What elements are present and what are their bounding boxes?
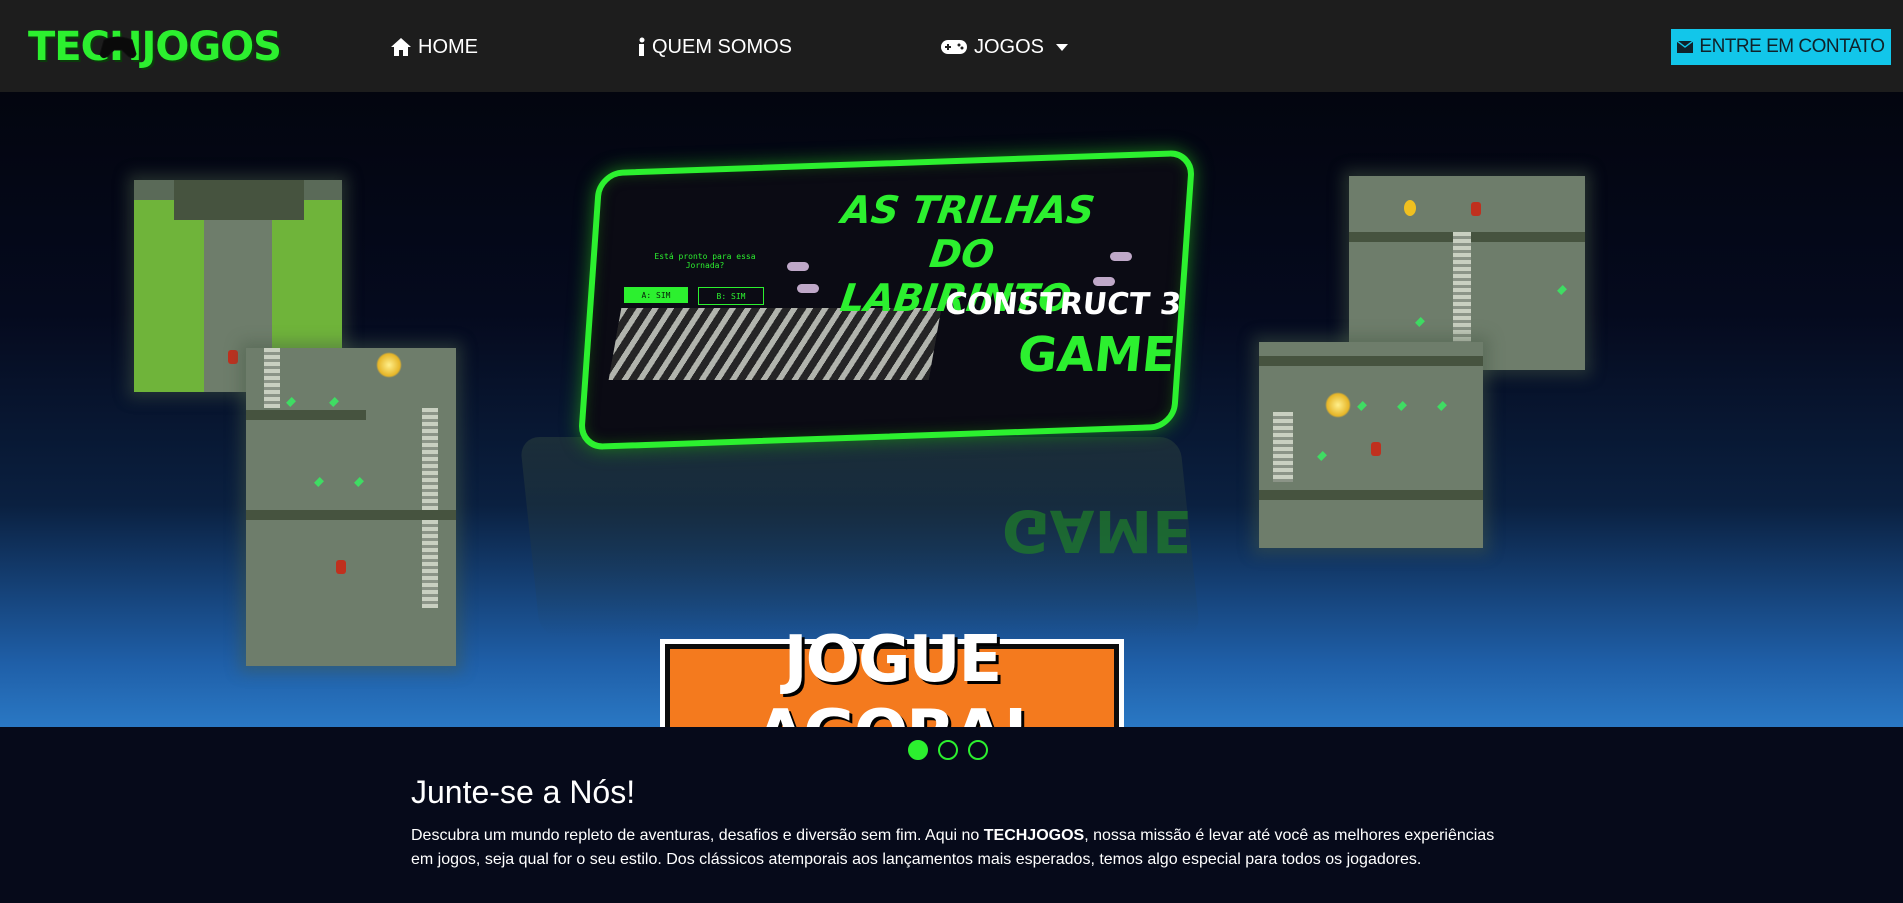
hero-banner: GAME Está pronto para essa Jornada? A: S… bbox=[0, 92, 1903, 727]
logo-text: TECHJOGOS bbox=[28, 24, 282, 70]
game-word: GAME bbox=[1015, 327, 1179, 383]
carousel-indicators bbox=[908, 740, 988, 760]
play-now-label: JOGUE AGORA! bbox=[670, 623, 1114, 727]
contact-button[interactable]: ENTRE EM CONTATO bbox=[1671, 29, 1891, 65]
home-icon bbox=[391, 38, 411, 56]
intro-brand-bold: TECHJOGOS bbox=[983, 827, 1085, 844]
nav-home-label: HOME bbox=[418, 35, 478, 58]
carousel-dot-1[interactable] bbox=[908, 740, 928, 760]
navbar: TECHJOGOS HOME QUEM SOMOS JOGOS ENTRE EM… bbox=[0, 0, 1903, 92]
carousel-dot-2[interactable] bbox=[938, 740, 958, 760]
intro-text: Descubra um mundo repleto de aventuras, … bbox=[411, 827, 1495, 868]
game-question: Está pronto para essa Jornada? bbox=[654, 252, 756, 270]
nav-quem-somos[interactable]: QUEM SOMOS bbox=[638, 34, 792, 60]
game-option-a: A: SIM bbox=[624, 287, 688, 303]
game-option-b: B: SIM bbox=[698, 287, 764, 305]
cloud-icon bbox=[787, 262, 809, 271]
envelope-icon bbox=[1677, 41, 1694, 53]
game-screenshot-dungeon-top-right bbox=[1349, 176, 1585, 370]
nav-home[interactable]: HOME bbox=[390, 34, 478, 60]
carousel-dot-3[interactable] bbox=[968, 740, 988, 760]
play-now-button[interactable]: JOGUE AGORA! bbox=[660, 623, 1124, 727]
nav-jogos-label: JOGOS bbox=[974, 35, 1045, 58]
game-engine-label: CONSTRUCT 3 bbox=[943, 287, 1183, 322]
gamepad-logo-icon bbox=[99, 36, 137, 59]
game-screenshot-dungeon-left bbox=[246, 348, 456, 666]
nav-quem-somos-label: QUEM SOMOS bbox=[652, 35, 793, 58]
intro-title: Junte-se a Nós! bbox=[411, 774, 636, 810]
gamepad-icon bbox=[941, 40, 967, 54]
game-screenshot-dungeon-bottom-right bbox=[1259, 342, 1483, 548]
cloud-icon bbox=[1110, 252, 1132, 261]
brand-logo[interactable]: TECHJOGOS bbox=[28, 22, 282, 72]
nav-jogos-dropdown[interactable]: JOGOS bbox=[940, 34, 1069, 60]
info-icon bbox=[639, 37, 645, 56]
reflection-text: GAME bbox=[1002, 497, 1192, 565]
contact-button-label: ENTRE EM CONTATO bbox=[1699, 36, 1885, 57]
chevron-down-icon bbox=[1056, 43, 1069, 51]
